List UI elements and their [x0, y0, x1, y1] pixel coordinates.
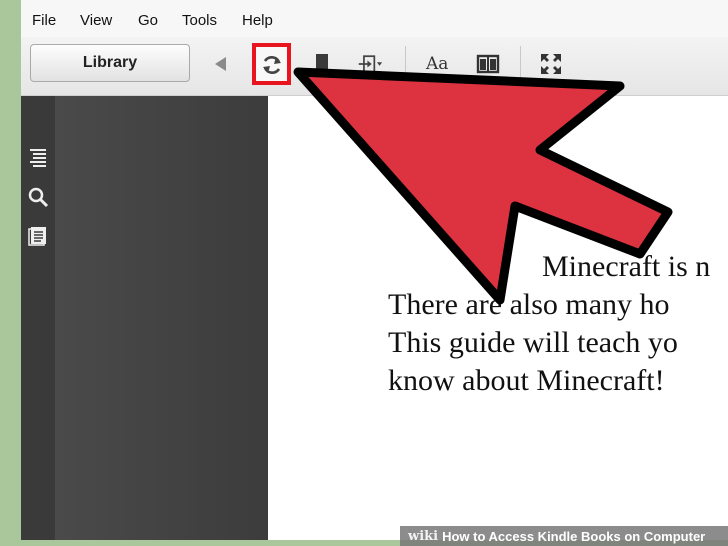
- notes-icon[interactable]: [27, 224, 49, 246]
- sidebar-panel: [55, 96, 268, 540]
- menu-view[interactable]: View: [80, 12, 112, 29]
- menu-help[interactable]: Help: [242, 12, 273, 29]
- book-text-line: know about Minecraft!: [388, 364, 665, 397]
- toolbar-separator: [520, 46, 521, 84]
- bookmark-icon[interactable]: [309, 51, 335, 77]
- menu-go[interactable]: Go: [138, 12, 158, 29]
- book-text-line: This guide will teach yo: [388, 326, 678, 359]
- menu-file[interactable]: File: [32, 12, 56, 29]
- fullscreen-icon[interactable]: [538, 51, 564, 77]
- book-text-line: Minecraft is n: [542, 250, 711, 283]
- search-icon[interactable]: [27, 186, 49, 208]
- book-text-line: There are also many ho: [388, 288, 670, 321]
- wiki-brand: wiki: [408, 528, 439, 544]
- toolbar: Library Aa: [21, 37, 728, 96]
- table-of-contents-icon[interactable]: [27, 146, 49, 168]
- toolbar-separator: [405, 46, 406, 84]
- back-arrow-icon[interactable]: [208, 51, 234, 77]
- menu-tools[interactable]: Tools: [182, 12, 217, 29]
- kindle-window: File View Go Tools Help Library Aa Intr …: [21, 0, 728, 540]
- go-to-icon[interactable]: [357, 51, 383, 77]
- font-settings-icon[interactable]: Aa: [426, 54, 448, 74]
- sidebar-strip: [21, 96, 55, 540]
- view-mode-icon[interactable]: [475, 51, 501, 77]
- chapter-title: Intr: [396, 152, 469, 191]
- library-button[interactable]: Library: [30, 44, 190, 82]
- sync-button-highlight[interactable]: [252, 43, 291, 85]
- footer-banner: wiki How to Access Kindle Books on Compu…: [400, 526, 728, 546]
- article-title: How to Access Kindle Books on Computer: [442, 528, 706, 544]
- menu-bar: File View Go Tools Help: [21, 0, 728, 37]
- sync-icon[interactable]: [260, 53, 284, 77]
